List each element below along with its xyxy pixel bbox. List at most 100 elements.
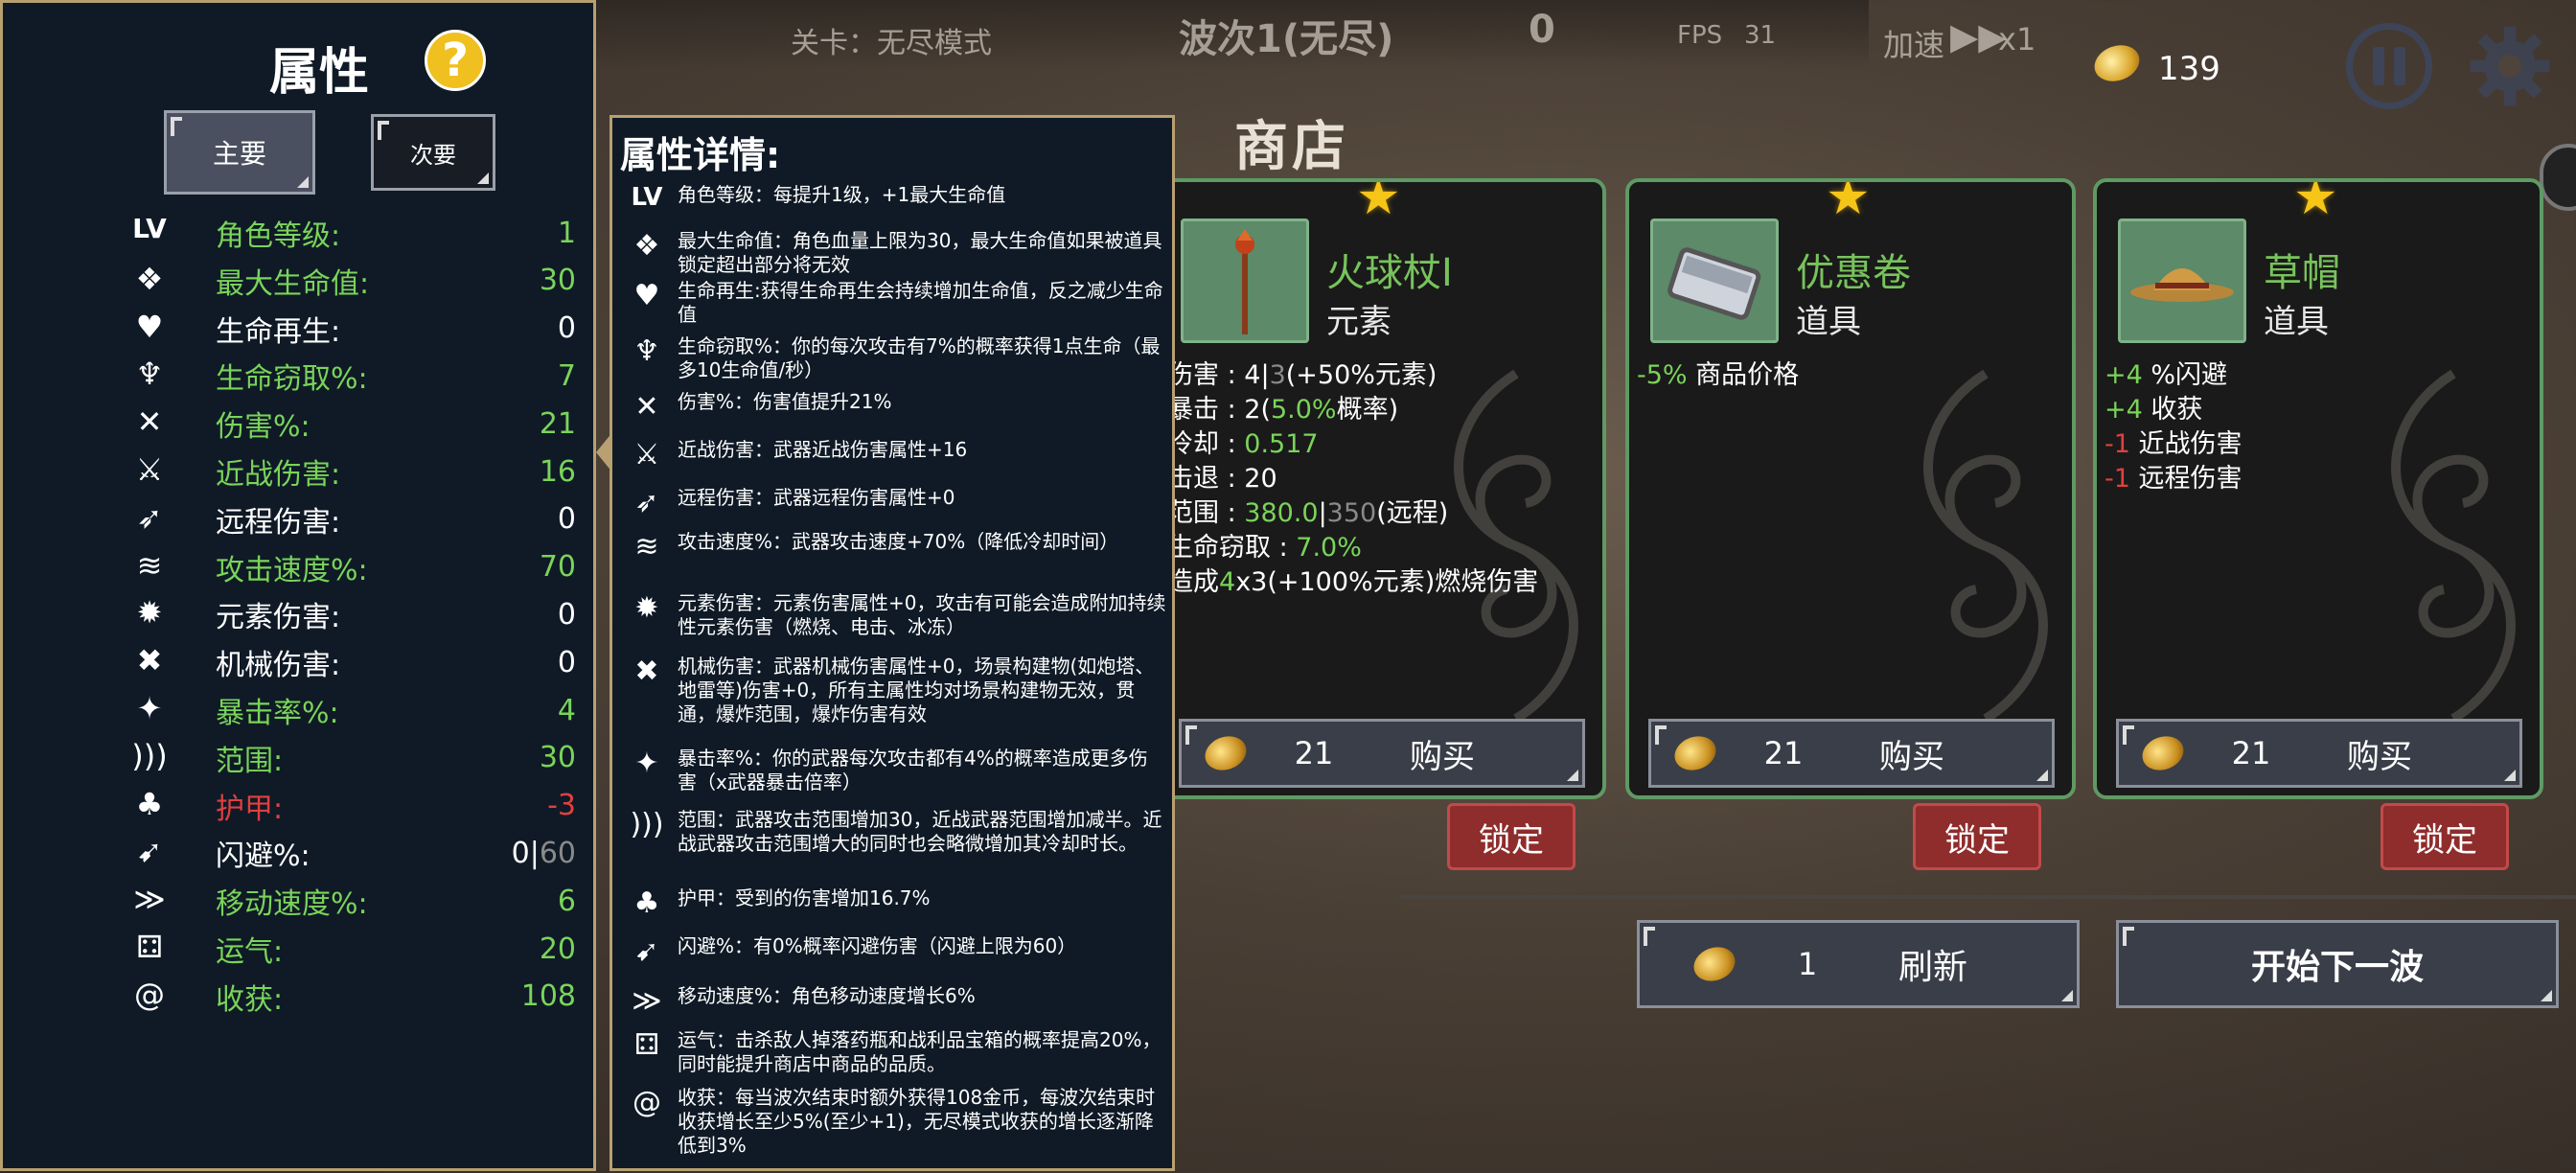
attribute-row[interactable]: 范围: 30 bbox=[216, 734, 576, 782]
item-stat-line: -1 远程伤害 bbox=[2104, 464, 2242, 494]
coin-icon bbox=[2137, 730, 2189, 776]
shop-card[interactable]: ★ 火球杖I 元素 伤害 : 4|3(+50%元素) 暴击 : 2(5.0%概率) 冷却 … bbox=[1156, 178, 1606, 799]
star-icon: ★ bbox=[2293, 178, 2338, 226]
attribute-row[interactable]: 移动速度%: 6 bbox=[216, 877, 576, 925]
item-type: 道具 bbox=[2264, 303, 2329, 341]
detail-row: ✖ 机械伤害：武器机械伤害属性+0，场景构建物(如炮塔、地雷等)伤害+0，所有主属… bbox=[620, 655, 1166, 726]
detail-text: 近战伤害：武器近战伤害属性+16 bbox=[678, 438, 968, 461]
pause-button[interactable] bbox=[2346, 23, 2432, 109]
attribute-label: 生命再生: bbox=[216, 314, 341, 349]
crit-icon: ✦ bbox=[136, 690, 163, 726]
detail-text: 机械伤害：武器机械伤害属性+0，场景构建物(如炮塔、地雷等)伤害+0，所有主属性… bbox=[678, 655, 1155, 725]
detail-text: 暴击率%：你的武器每次攻击都有4%的概率造成更多伤害（x武器暴击倍率） bbox=[678, 747, 1148, 794]
detail-row: ♣ 护甲：受到的伤害增加16.7% bbox=[620, 886, 1166, 920]
attribute-row[interactable]: 生命窃取%: 7 bbox=[216, 352, 576, 400]
attribute-row[interactable]: 近战伤害: 16 bbox=[216, 448, 576, 495]
item-type: 道具 bbox=[1796, 303, 1861, 341]
attributes-panel: 属性 ? 主要 次要 LV 角色等级: 1 ❖ 最大生命值: 30 ♥ 生命再生: 0 ♆ 生命窃取… bbox=[0, 0, 596, 1171]
attribute-value: 21 bbox=[539, 406, 576, 441]
speed-value: x1 bbox=[1998, 21, 2036, 58]
attribute-value: 16 bbox=[539, 454, 576, 489]
item-price: 21 bbox=[2231, 735, 2271, 771]
refresh-button[interactable]: 1 刷新 bbox=[1637, 920, 2080, 1008]
coin-icon bbox=[1689, 941, 1740, 987]
attribute-details-panel: 属性详情: LV 角色等级：每提升1级，+1最大生命值 ❖ 最大生命值：角色血量上限为… bbox=[610, 115, 1175, 1171]
shop-card[interactable]: ★ 优惠卷 道具 -5% 商品价格 21 购买 bbox=[1625, 178, 2076, 799]
detail-text: 生命再生:获得生命再生会持续增加生命值，反之减少生命值 bbox=[678, 279, 1163, 326]
harvest-icon: @ bbox=[632, 1086, 661, 1119]
attribute-row[interactable]: 伤害%: 21 bbox=[216, 400, 576, 448]
damage-icon: ✕ bbox=[634, 390, 659, 424]
attribute-row[interactable]: 攻击速度%: 70 bbox=[216, 543, 576, 591]
detail-text: 收获：每当波次结束时额外获得108金币，每波次结束时收获增长至少5%(至少+1)… bbox=[678, 1086, 1156, 1157]
attribute-label: 最大生命值: bbox=[216, 266, 370, 301]
item-stat-line: 暴击 : 2(5.0%概率) bbox=[1167, 395, 1399, 425]
buy-button[interactable]: 21 购买 bbox=[1179, 719, 1585, 788]
attribute-row[interactable]: 护甲: -3 bbox=[216, 782, 576, 830]
attribute-row[interactable]: 远程伤害: 0 bbox=[216, 495, 576, 543]
life-steal-icon: ♆ bbox=[633, 334, 660, 368]
ranged-icon: ➶ bbox=[634, 486, 659, 519]
lock-button[interactable]: 锁定 bbox=[1913, 803, 2041, 870]
details-title: 属性详情: bbox=[620, 134, 781, 176]
luck-icon: ⚃ bbox=[633, 1028, 660, 1062]
tab-secondary[interactable]: 次要 bbox=[371, 114, 495, 191]
item-stat-line: 冷却 : 0.517 bbox=[1167, 429, 1319, 459]
attribute-row[interactable]: 机械伤害: 0 bbox=[216, 638, 576, 686]
item-stat-line: 造成4x3(+100%元素)燃烧伤害 bbox=[1167, 567, 1539, 597]
shop-divider bbox=[1399, 895, 2576, 899]
item-stat-line: 击退 : 20 bbox=[1167, 464, 1277, 494]
attribute-value: 4 bbox=[557, 693, 576, 727]
detail-text: 攻击速度%：武器攻击速度+70%（降低冷却时间） bbox=[678, 530, 1119, 553]
tab-main[interactable]: 主要 bbox=[164, 110, 315, 195]
item-image bbox=[1650, 218, 1779, 343]
attribute-label: 移动速度%: bbox=[216, 887, 368, 922]
lock-button[interactable]: 锁定 bbox=[1447, 803, 1576, 870]
attribute-value: 108 bbox=[520, 979, 576, 1014]
fps-label: FPS bbox=[1677, 21, 1723, 50]
item-stats: -5% 商品价格 bbox=[1637, 358, 1799, 393]
level-icon: LV bbox=[132, 213, 167, 244]
attribute-row[interactable]: 最大生命值: 30 bbox=[216, 257, 576, 305]
attribute-value: 0 bbox=[557, 502, 576, 537]
detail-row: ⚃ 运气：击杀敌人掉落药瓶和战利品宝箱的概率提高20%，同时能提升商店中商品的品质… bbox=[620, 1028, 1166, 1076]
dodge-icon: ➹ bbox=[634, 934, 659, 968]
max-hp-icon: ❖ bbox=[633, 229, 660, 263]
item-stat-line: +4 收获 bbox=[2104, 395, 2203, 425]
speed-label[interactable]: 加速 bbox=[1883, 21, 1944, 65]
attribute-label: 闪避%: bbox=[216, 840, 310, 874]
hp-regen-icon: ♥ bbox=[633, 279, 660, 312]
side-close-button[interactable] bbox=[2540, 144, 2576, 211]
attribute-row[interactable]: 暴击率%: 4 bbox=[216, 686, 576, 734]
buy-button[interactable]: 21 购买 bbox=[2116, 719, 2522, 788]
buy-label: 购买 bbox=[2347, 737, 2412, 776]
help-icon[interactable]: ? bbox=[425, 30, 486, 91]
attribute-value: 1 bbox=[557, 216, 576, 250]
settings-gear-icon[interactable] bbox=[2467, 23, 2553, 109]
start-next-wave-button[interactable]: 开始下一波 bbox=[2116, 920, 2559, 1008]
detail-text: 闪避%：有0%概率闪避伤害（闪避上限为60） bbox=[678, 934, 1077, 957]
fps-value: 31 bbox=[1744, 21, 1777, 50]
attribute-row[interactable]: 闪避%: 0|60 bbox=[216, 829, 576, 877]
next-wave-label: 开始下一波 bbox=[2250, 948, 2424, 987]
attribute-row[interactable]: 运气: 20 bbox=[216, 925, 576, 973]
attribute-row[interactable]: 收获: 108 bbox=[216, 973, 576, 1021]
ranged-icon: ➶ bbox=[136, 498, 163, 536]
buy-button[interactable]: 21 购买 bbox=[1648, 719, 2055, 788]
elemental-icon: ✹ bbox=[634, 591, 659, 625]
max-hp-icon: ❖ bbox=[135, 260, 164, 297]
coin-count: 139 bbox=[2158, 50, 2220, 88]
refresh-price: 1 bbox=[1797, 946, 1818, 982]
harvest-icon: @ bbox=[134, 976, 165, 1013]
attribute-label: 远程伤害: bbox=[216, 505, 341, 540]
attribute-value: 0|60 bbox=[511, 836, 576, 870]
shop-card[interactable]: ★ 草帽 道具 +4 %闪避 +4 收获 -1 近战伤害 -1 远程伤害 21 购买 bbox=[2093, 178, 2543, 799]
lock-button[interactable]: 锁定 bbox=[2380, 803, 2509, 870]
engineering-icon: ✖ bbox=[634, 655, 659, 688]
detail-text: 范围：武器攻击范围增加30，近战武器范围增加减半。近战武器攻击范围增大的同时也会… bbox=[678, 808, 1162, 855]
attribute-row[interactable]: 角色等级: 1 bbox=[216, 209, 576, 257]
detail-row: ≋ 攻击速度%：武器攻击速度+70%（降低冷却时间） bbox=[620, 530, 1166, 564]
attribute-row[interactable]: 元素伤害: 0 bbox=[216, 590, 576, 638]
attribute-row[interactable]: 生命再生: 0 bbox=[216, 305, 576, 353]
range-icon: ))) bbox=[630, 808, 664, 841]
